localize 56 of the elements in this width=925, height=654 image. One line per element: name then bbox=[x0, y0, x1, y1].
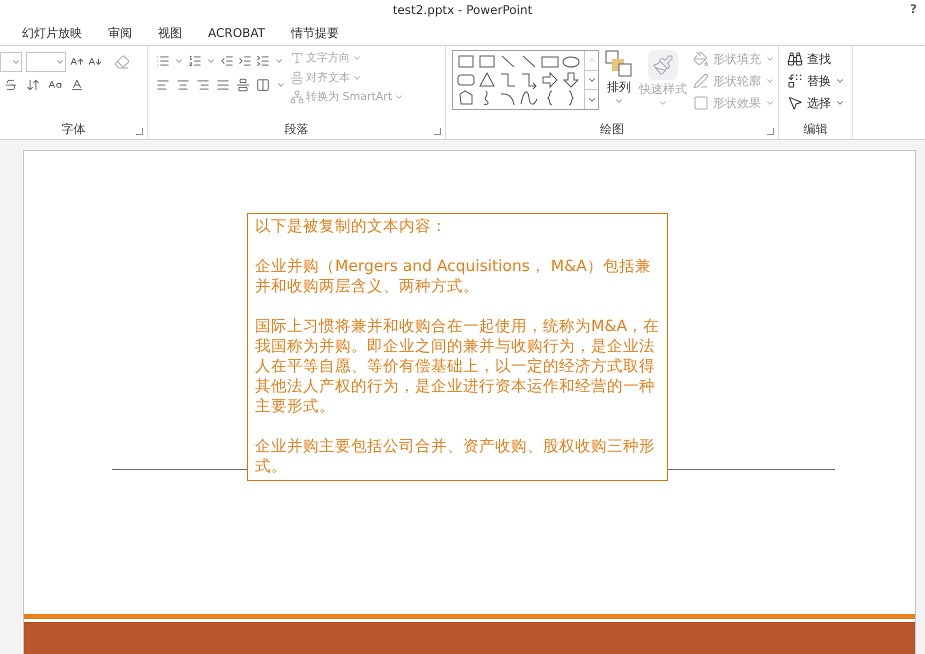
numbering-icon[interactable] bbox=[188, 54, 202, 68]
group-label: 字体 bbox=[62, 121, 86, 138]
strikethrough-icon[interactable] bbox=[4, 78, 18, 92]
increase-indent-icon[interactable] bbox=[238, 54, 252, 68]
group-label: 绘图 bbox=[600, 121, 624, 138]
replace-icon bbox=[787, 73, 803, 89]
dialog-launcher-icon[interactable] bbox=[136, 128, 143, 135]
line-spacing-icon[interactable] bbox=[256, 54, 270, 68]
align-left-icon[interactable] bbox=[156, 78, 170, 92]
text-paragraph: 以下是被复制的文本内容： bbox=[255, 216, 448, 236]
shape-icon[interactable] bbox=[499, 71, 517, 89]
decrease-indent-icon[interactable] bbox=[220, 54, 234, 68]
ribbon-command[interactable]: 替换 bbox=[787, 72, 852, 90]
shape-icon[interactable] bbox=[520, 71, 538, 89]
command-icon bbox=[693, 73, 709, 89]
shape-icon[interactable] bbox=[457, 89, 475, 107]
ribbon-tab[interactable]: 审阅 bbox=[108, 24, 132, 42]
dialog-launcher-icon[interactable] bbox=[434, 128, 441, 135]
ribbon-tab[interactable]: 幻灯片放映 bbox=[22, 24, 82, 42]
ribbon-command[interactable]: 查找 bbox=[787, 50, 852, 68]
ribbon-command[interactable]: 选择 bbox=[787, 94, 852, 112]
shape-icon[interactable] bbox=[478, 71, 496, 89]
shape-icon[interactable] bbox=[541, 71, 559, 89]
distribute-icon[interactable] bbox=[236, 78, 250, 92]
justify-icon[interactable] bbox=[216, 78, 230, 92]
arrange-button[interactable]: 排列 bbox=[605, 46, 633, 119]
shape-gallery[interactable] bbox=[452, 50, 599, 110]
command-icon bbox=[290, 51, 304, 66]
ribbon-tab[interactable]: ACROBAT bbox=[208, 24, 265, 42]
font-color-icon[interactable] bbox=[70, 78, 84, 92]
ribbon-tab[interactable]: 情节提要 bbox=[291, 24, 339, 42]
window-title: test2.pptx - PowerPoint bbox=[392, 2, 532, 19]
command-icon bbox=[290, 90, 304, 104]
group-label: 编辑 bbox=[804, 121, 828, 138]
font-size-field[interactable] bbox=[26, 52, 66, 72]
help-button[interactable]: ? bbox=[910, 0, 917, 18]
columns-icon[interactable] bbox=[256, 78, 270, 92]
paintbrush-icon bbox=[648, 50, 678, 80]
pointer-icon bbox=[787, 95, 803, 111]
arrange-icon bbox=[605, 50, 633, 78]
command-icon bbox=[693, 95, 709, 111]
align-center-icon[interactable] bbox=[176, 78, 190, 92]
ribbon-tab[interactable]: 视图 bbox=[158, 24, 182, 42]
character-spacing-icon[interactable] bbox=[26, 78, 40, 92]
text-paragraph: 企业并购主要包括公司合并、资产收购、股权收购三种形式。 bbox=[255, 436, 656, 476]
shape-icon[interactable] bbox=[562, 71, 580, 89]
dialog-launcher-icon[interactable] bbox=[767, 128, 774, 135]
command-icon bbox=[290, 70, 304, 85]
shape-icon[interactable] bbox=[520, 89, 538, 107]
align-right-icon[interactable] bbox=[196, 78, 210, 92]
font-name-field[interactable] bbox=[0, 52, 22, 72]
command-icon bbox=[693, 51, 709, 67]
binoculars-icon bbox=[787, 51, 803, 67]
group-label: 段落 bbox=[284, 121, 308, 138]
text-paragraph: 国际上习惯将兼并和收购合在一起使用，统称为M&A，在我国称为并购。即企业之间的兼并与收购行为，是企业法人在平等自愿、等价有偿基础上，以一定的经济方式取得其他法人产权的行为，是企业进行资本运作和经营的一种主要形式。 bbox=[255, 316, 660, 416]
text-paragraph: 企业并购（Mergers and Acquisitions， M&A）包括兼并和收购两层含义、两种方式。 bbox=[255, 256, 652, 296]
